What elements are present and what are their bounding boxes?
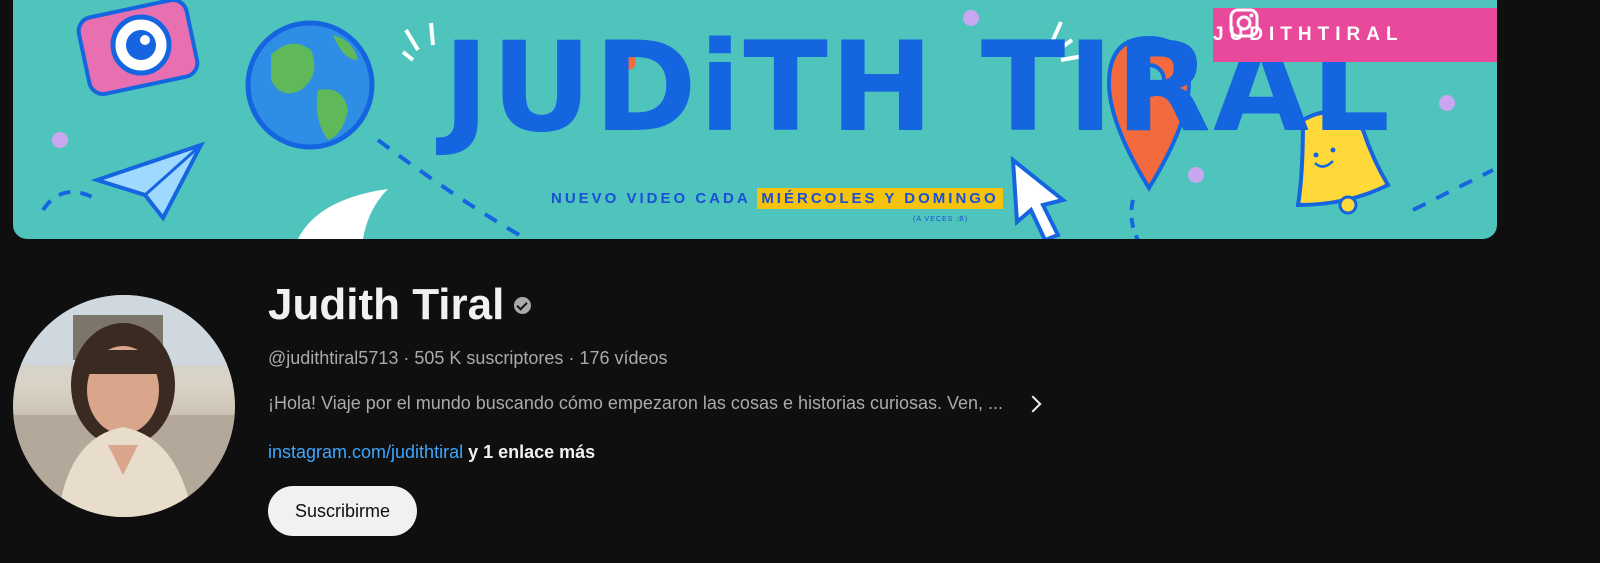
cursor-icon <box>1010 155 1068 239</box>
banner-subtitle-prefix: NUEVO VIDEO CADA <box>551 190 751 207</box>
channel-name: Judith Tiral <box>268 280 505 329</box>
meta-separator: · <box>563 348 580 368</box>
banner-subtitle-note: (A VECES :B) <box>913 216 969 223</box>
chevron-right-icon[interactable] <box>1024 395 1042 412</box>
banner-subtitle-highlight: MIÉRCOLES Y DOMINGO <box>757 188 1003 209</box>
instagram-icon <box>1229 8 1259 38</box>
channel-description[interactable]: ¡Hola! Viaje por el mundo buscando cómo … <box>268 393 1042 414</box>
meta-separator: · <box>398 348 415 368</box>
channel-avatar[interactable] <box>13 295 235 517</box>
banner-subtitle: NUEVO VIDEO CADA MIÉRCOLES Y DOMINGO <box>551 188 1003 209</box>
description-text: ¡Hola! Viaje por el mundo buscando cómo … <box>268 393 1004 413</box>
channel-handle: @judithtiral5713 <box>268 348 399 368</box>
instagram-badge: JUDITHTIRAL <box>1213 8 1497 62</box>
camera-icon <box>76 0 200 96</box>
subscribe-button[interactable]: Suscribirme <box>268 486 417 536</box>
avatar-photo <box>13 295 235 517</box>
instagram-link[interactable]: instagram.com/judithtiral <box>268 442 463 462</box>
verified-check-icon <box>514 296 532 314</box>
subscriber-count: 505 K suscriptores <box>414 348 564 368</box>
channel-meta: @judithtiral5713 · 505 K suscriptores · … <box>268 348 668 369</box>
channel-banner: JUDiTH TIRAL NUEVO VIDEO CADA MIÉRCOLES … <box>13 0 1497 239</box>
globe-icon <box>245 20 375 150</box>
channel-links: instagram.com/judithtiral y 1 enlace más <box>268 442 595 463</box>
video-count: 176 vídeos <box>579 348 668 368</box>
channel-title: Judith Tiral <box>268 280 532 330</box>
paper-plane-icon <box>90 141 206 222</box>
more-links[interactable]: y 1 enlace más <box>468 442 595 462</box>
